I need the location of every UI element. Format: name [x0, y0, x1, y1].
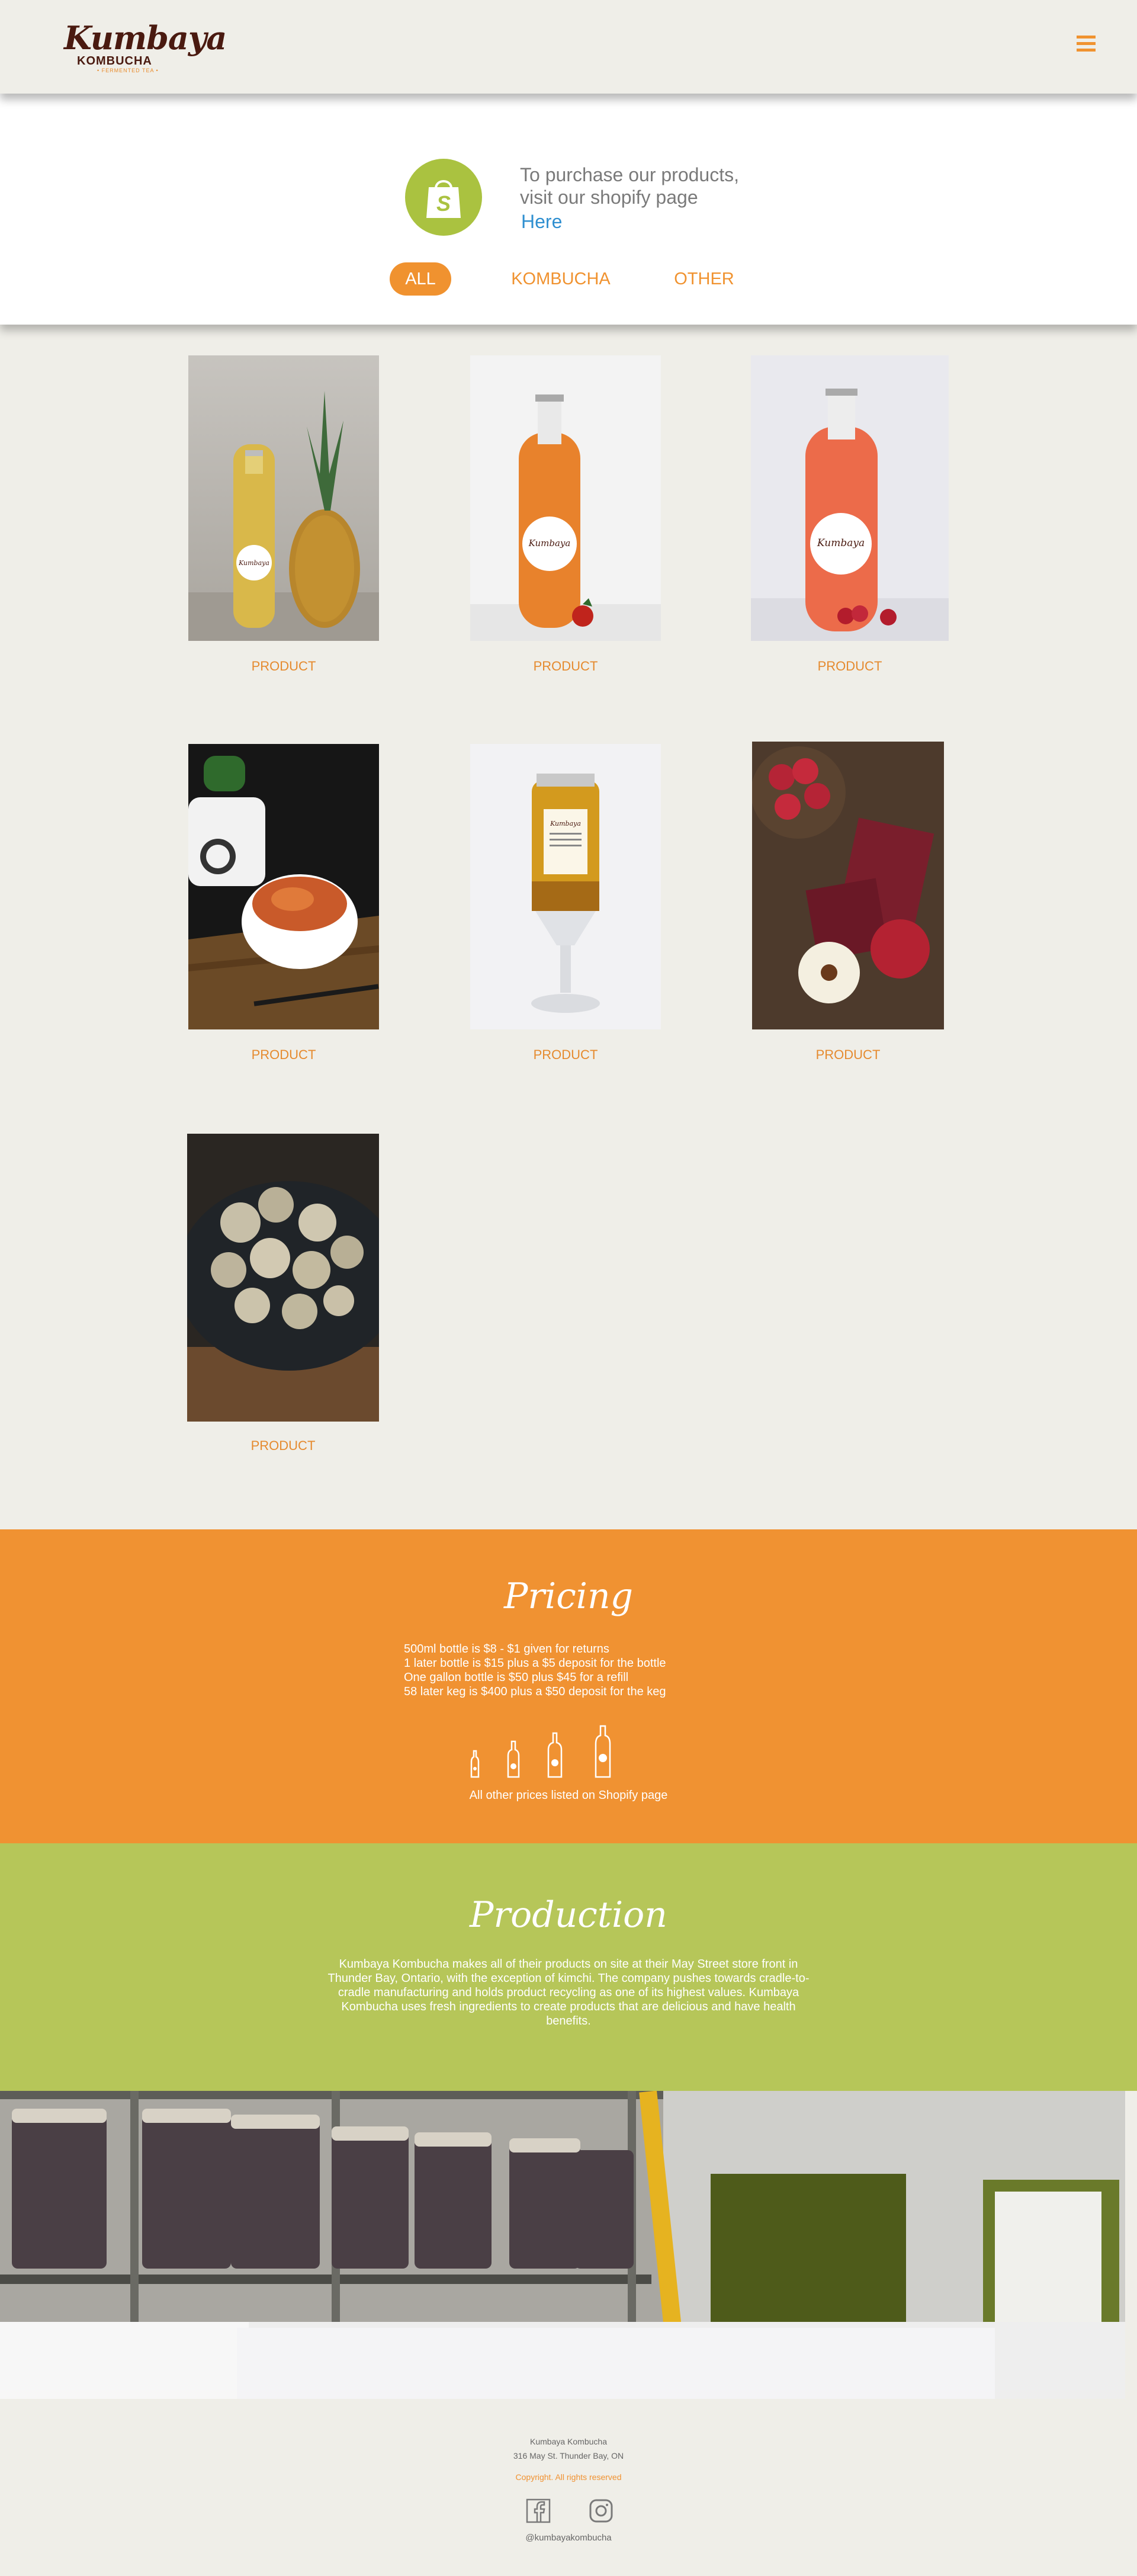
svg-text:S: S	[436, 191, 451, 216]
product-label[interactable]: PRODUCT	[470, 1047, 661, 1063]
shopify-line-2: visit our shopify page	[520, 187, 698, 208]
pricing-note: All other prices listed on Shopify page	[469, 1789, 668, 1802]
product-card[interactable]: Kumbaya PRODUCT	[470, 744, 661, 1076]
production-description: Kumbaya Kombucha makes all of their prod…	[327, 1958, 810, 2028]
footer-company-name: Kumbaya Kombucha	[530, 2437, 607, 2446]
product-card[interactable]: PRODUCT	[187, 1134, 379, 1465]
svg-text:Kumbaya: Kumbaya	[550, 820, 581, 827]
product-image[interactable]	[752, 742, 944, 1029]
bottle-sizes-icon	[470, 1725, 611, 1778]
page: Kumbaya KOMBUCHA • FERMENTED TEA • S To …	[0, 0, 1137, 2576]
product-card[interactable]: PRODUCT	[752, 742, 944, 1076]
product-card[interactable]: Kumbaya PRODUCT	[470, 355, 661, 687]
logo-sub-text: KOMBUCHA	[77, 54, 152, 68]
product-label[interactable]: PRODUCT	[752, 1047, 944, 1063]
footer-copyright: Copyright. All rights reserved	[515, 2472, 622, 2482]
filter-kombucha[interactable]: KOMBUCHA	[510, 262, 611, 296]
product-image[interactable]: Kumbaya	[751, 355, 949, 641]
filter-other[interactable]: OTHER	[669, 262, 739, 296]
product-image[interactable]	[188, 744, 379, 1029]
pricing-line: 1 later bottle is $15 plus a $5 deposit …	[404, 1657, 666, 1670]
filter-all[interactable]: ALL	[390, 262, 451, 296]
shopify-link[interactable]: Here	[521, 211, 562, 233]
pricing-section: Pricing 500ml bottle is $8 - $1 given fo…	[0, 1529, 1137, 1843]
product-label[interactable]: PRODUCT	[188, 659, 379, 674]
shopify-section: S To purchase our products, visit our sh…	[0, 94, 1137, 325]
pricing-line: One gallon bottle is $50 plus $45 for a …	[404, 1671, 629, 1684]
facebook-icon[interactable]	[526, 2498, 551, 2523]
site-footer: Kumbaya Kombucha 316 May St. Thunder Bay…	[0, 2399, 1137, 2576]
product-label[interactable]: PRODUCT	[470, 659, 661, 674]
logo-tagline: • FERMENTED TEA •	[97, 68, 159, 73]
svg-text:Kumbaya: Kumbaya	[817, 537, 865, 549]
shopify-line-1: To purchase our products,	[520, 164, 739, 185]
footer-address: 316 May St. Thunder Bay, ON	[513, 2451, 624, 2460]
product-label[interactable]: PRODUCT	[187, 1438, 379, 1454]
logo[interactable]: Kumbaya KOMBUCHA • FERMENTED TEA •	[64, 19, 227, 78]
shopify-instructions: To purchase our products, visit our shop…	[520, 163, 739, 208]
production-photo	[0, 2091, 1125, 2399]
production-section: Production Kumbaya Kombucha makes all of…	[0, 1843, 1137, 2091]
product-card[interactable]: Kumbaya PRODUCT	[188, 355, 379, 687]
pricing-title: Pricing	[503, 1576, 634, 1617]
logo-script-text: Kumbaya	[64, 19, 227, 57]
product-image[interactable]: Kumbaya	[470, 744, 661, 1029]
pricing-line: 58 later keg is $400 plus a $50 deposit …	[404, 1685, 666, 1698]
footer-social-handle: @kumbayakombucha	[525, 2533, 612, 2543]
product-image[interactable]: Kumbaya	[188, 355, 379, 641]
shopify-bag-icon[interactable]: S	[405, 159, 482, 236]
product-image[interactable]	[187, 1134, 379, 1422]
production-title: Production	[470, 1894, 667, 1936]
site-header: Kumbaya KOMBUCHA • FERMENTED TEA •	[0, 0, 1137, 94]
pricing-line: 500ml bottle is $8 - $1 given for return…	[404, 1643, 609, 1656]
svg-text:Kumbaya: Kumbaya	[528, 538, 571, 548]
svg-text:Kumbaya: Kumbaya	[238, 559, 269, 567]
product-label[interactable]: PRODUCT	[188, 1047, 379, 1063]
product-card[interactable]: Kumbaya PRODUCT	[751, 355, 949, 687]
product-card[interactable]: PRODUCT	[188, 744, 379, 1076]
hamburger-menu-icon[interactable]	[1077, 36, 1096, 53]
pricing-list: 500ml bottle is $8 - $1 given for return…	[404, 1642, 666, 1699]
instagram-icon[interactable]	[589, 2498, 614, 2523]
product-image[interactable]: Kumbaya	[470, 355, 661, 641]
product-label[interactable]: PRODUCT	[751, 659, 949, 674]
